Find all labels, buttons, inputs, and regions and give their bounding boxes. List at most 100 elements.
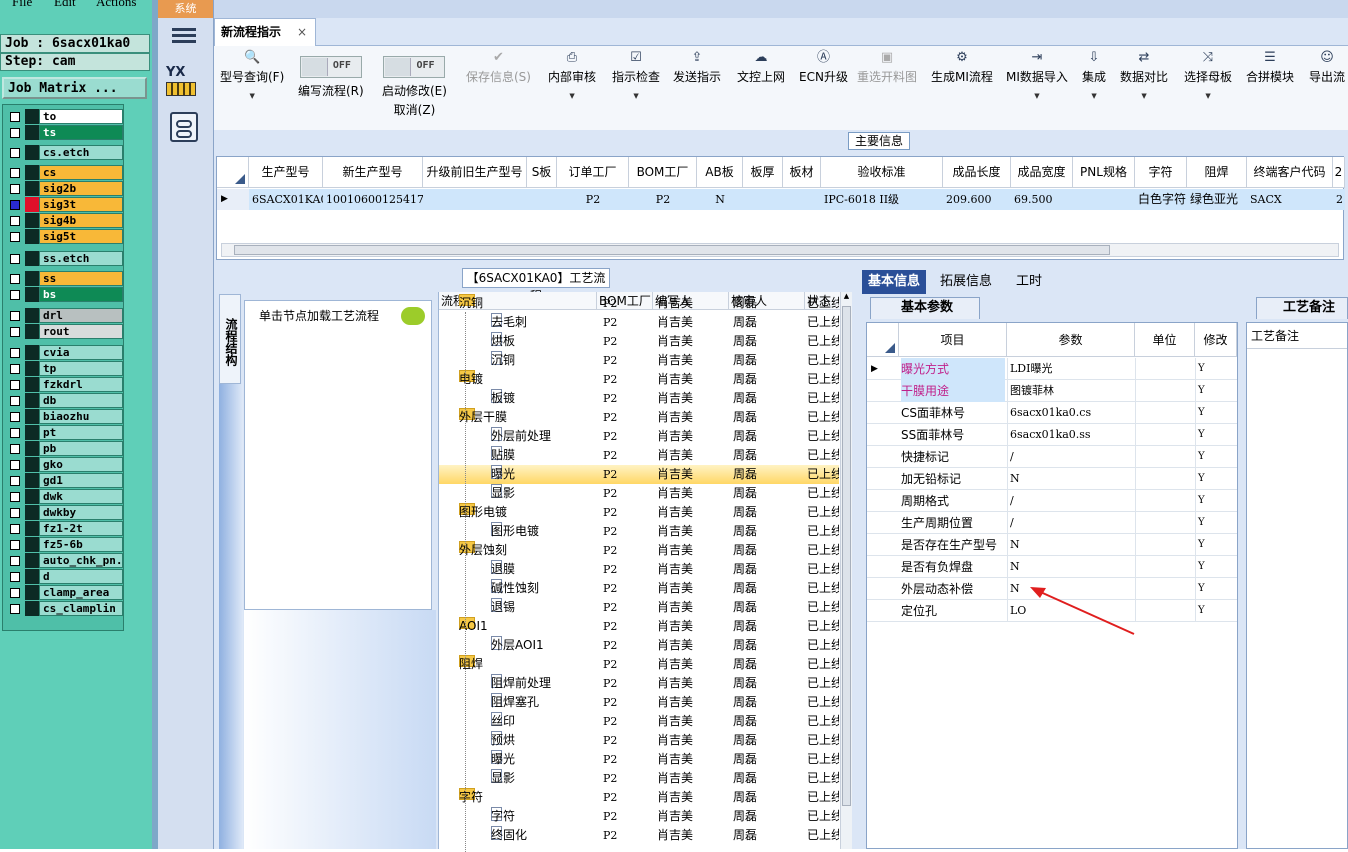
tree-row[interactable]: −外层蚀刻P2肖吉美周磊已上线 [439,541,839,560]
layer-checkbox[interactable] [10,168,20,178]
layer-color-swatch[interactable] [25,473,39,488]
tree-row[interactable]: 外层前处理 P2 肖吉美 周磊 已上线 [439,427,839,446]
tree-node-label[interactable]: 沉铜 [459,294,483,313]
subtab-basic-params[interactable]: 基本参数 [870,297,980,319]
param-modify[interactable]: Y [1195,600,1237,622]
tree-node-label[interactable]: 碱性蚀刻 [491,579,539,598]
layer-row[interactable]: gd1 [5,473,123,488]
tree-node-label[interactable]: 退锡 [491,598,515,617]
toolbar-button[interactable]: 🔍 型号查询(F) ▼ [220,50,284,100]
param-row[interactable]: 快捷标记 / Y [867,446,1237,468]
table-cell[interactable]: 10010600125417 [323,189,423,210]
param-unit[interactable] [1135,380,1193,402]
layer-row[interactable]: sig3t [5,197,123,212]
toolbar-button[interactable]: ⚙ 生成MI流程 [931,50,993,85]
tree-row[interactable]: 碱性蚀刻 P2 肖吉美 周磊 已上线 [439,579,839,598]
layer-row[interactable]: gko [5,457,123,472]
param-value[interactable]: / [1007,512,1133,534]
tree-node-label[interactable]: 曝光 [491,750,515,769]
layer-name[interactable]: fz5-6b [39,537,123,552]
tree-node-label[interactable]: 外层蚀刻 [459,541,507,560]
layer-checkbox[interactable] [10,556,20,566]
layer-name[interactable]: sig2b [39,181,123,196]
tree-vertical-scrollbar[interactable]: ▲ [840,292,852,849]
param-value[interactable]: N [1007,468,1133,490]
tree-row[interactable]: 阻焊前处理 P2 肖吉美 周磊 已上线 [439,674,839,693]
layer-color-swatch[interactable] [25,409,39,424]
details-tab[interactable]: 拓展信息 [934,270,998,294]
param-row[interactable]: 生产周期位置 / Y [867,512,1237,534]
layer-color-swatch[interactable] [25,457,39,472]
layer-name[interactable]: fzkdrl [39,377,123,392]
layer-row[interactable]: dwk [5,489,123,504]
layer-checkbox[interactable] [10,428,20,438]
tree-node-label[interactable]: 去毛刺 [491,313,527,332]
layer-row[interactable]: auto_chk_pn. [5,553,123,568]
tree-row[interactable]: −外层干膜P2肖吉美周磊已上线 [439,408,839,427]
layer-color-swatch[interactable] [25,145,39,160]
layer-color-swatch[interactable] [25,197,39,212]
tree-row[interactable]: −字符P2肖吉美周磊已上线 [439,788,839,807]
layer-checkbox[interactable] [10,380,20,390]
param-value[interactable]: N [1007,534,1133,556]
tree-row[interactable]: 预烘 P2 肖吉美 周磊 已上线 [439,731,839,750]
layer-color-swatch[interactable] [25,287,39,302]
layer-checkbox[interactable] [10,290,20,300]
layer-checkbox[interactable] [10,364,20,374]
layer-color-swatch[interactable] [25,229,39,244]
layer-row[interactable]: fzkdrl [5,377,123,392]
tree-row[interactable]: −AOI1P2肖吉美周磊已上线 [439,617,839,636]
layer-row[interactable]: pt [5,425,123,440]
layer-name[interactable]: clamp_area [39,585,123,600]
layer-color-swatch[interactable] [25,425,39,440]
param-value[interactable]: / [1007,446,1133,468]
scrollbar-thumb[interactable] [842,306,851,806]
column-header[interactable]: BOM工厂 [629,157,697,188]
layer-color-swatch[interactable] [25,361,39,376]
param-modify[interactable]: Y [1195,358,1237,380]
layer-color-swatch[interactable] [25,489,39,504]
tree-row[interactable]: −沉铜P2肖吉美周磊已上线 [439,294,839,313]
tree-row[interactable]: 终固化 P2 肖吉美 周磊 已上线 [439,826,839,845]
layer-row[interactable]: drl [5,308,123,323]
layer-checkbox[interactable] [10,348,20,358]
param-row[interactable]: 加无铅标记 N Y [867,468,1237,490]
chevron-down-icon[interactable]: ▼ [1082,92,1106,100]
column-header[interactable]: 板材 [783,157,821,188]
layer-name[interactable]: tp [39,361,123,376]
param-modify[interactable]: Y [1195,578,1237,600]
layer-checkbox[interactable] [10,492,20,502]
layer-checkbox[interactable] [10,508,20,518]
param-row[interactable]: SS面菲林号 6sacx01ka0.ss Y [867,424,1237,446]
tree-node-label[interactable]: 板镀 [491,389,515,408]
layer-color-swatch[interactable] [25,521,39,536]
table-cell[interactable]: 绿色亚光 [1187,189,1247,210]
param-column-header[interactable]: 参数 [1007,323,1135,357]
layer-checkbox[interactable] [10,476,20,486]
table-cell[interactable] [743,189,783,210]
param-unit[interactable] [1135,600,1193,622]
tree-node-label[interactable]: 丝印 [491,712,515,731]
param-row[interactable]: 周期格式 / Y [867,490,1237,512]
param-value[interactable]: LDI曝光 [1007,358,1133,380]
table-cell[interactable]: 69.500 [1011,189,1073,210]
layer-checkbox[interactable] [10,524,20,534]
toolbar-button[interactable]: ▣ 重选开料图 [857,50,917,85]
tree-node-label[interactable]: 外层干膜 [459,408,507,427]
param-value[interactable]: 6sacx01ka0.cs [1007,402,1133,424]
tree-node-label[interactable]: 阻焊前处理 [491,674,551,693]
param-row[interactable]: 干膜用途 图镀菲林 Y [867,380,1237,402]
tree-node-label[interactable]: 终固化 [491,826,527,845]
layer-row[interactable]: db [5,393,123,408]
param-modify[interactable]: Y [1195,402,1237,424]
table-cell[interactable]: IPC-6018 II级 [821,189,943,210]
column-header[interactable]: 字符 [1135,157,1187,188]
param-unit[interactable] [1135,468,1193,490]
tree-node-label[interactable]: 图形电镀 [459,503,507,522]
layer-checkbox[interactable] [10,128,20,138]
layer-color-swatch[interactable] [25,271,39,286]
table-cell[interactable]: 白色字符 [1135,189,1187,210]
chain-link-icon[interactable] [170,112,198,142]
layer-name[interactable]: sig5t [39,229,123,244]
layer-row[interactable]: dwkby [5,505,123,520]
